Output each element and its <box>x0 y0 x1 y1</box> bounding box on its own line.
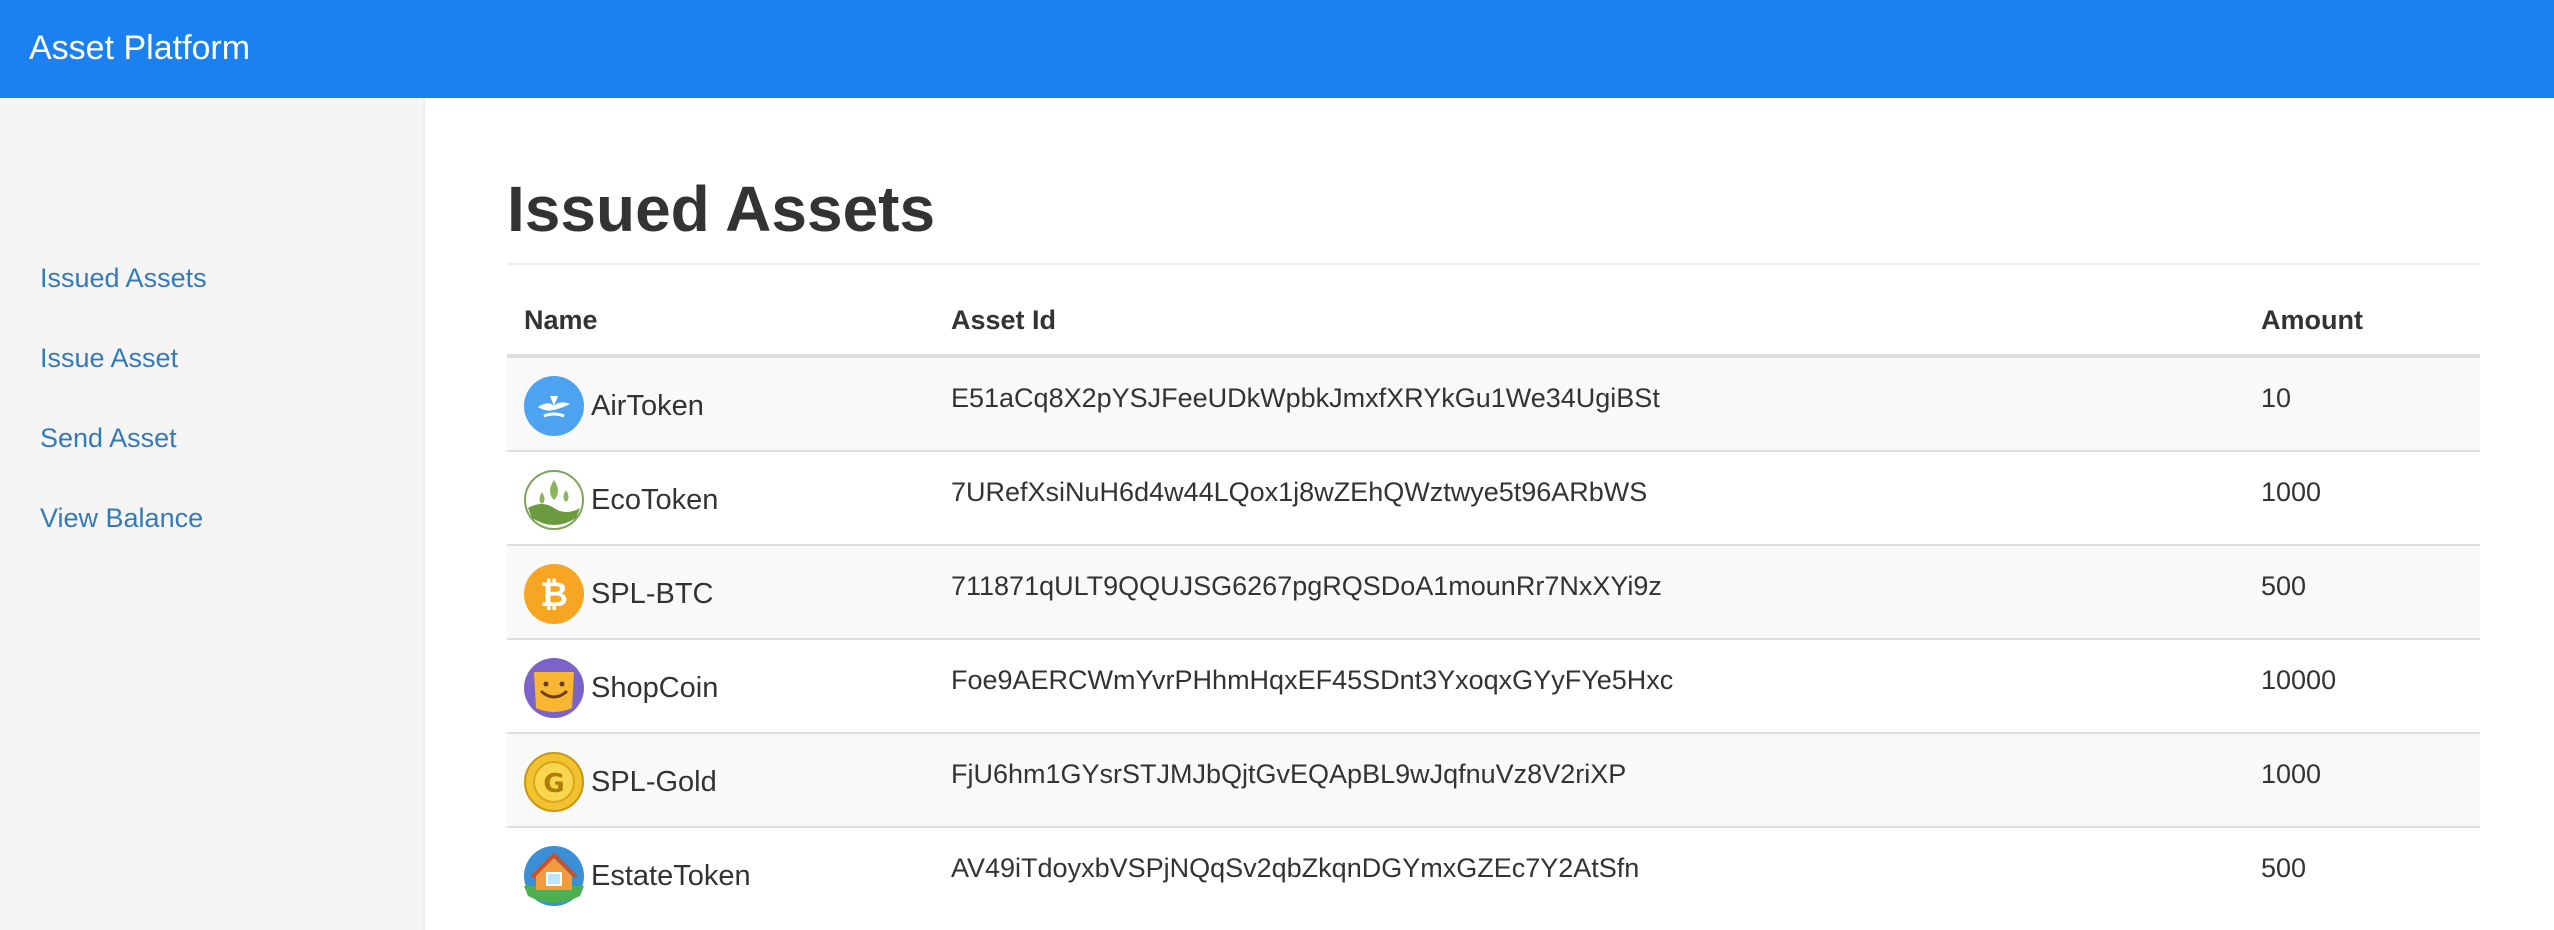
brand-link[interactable]: Asset Platform <box>29 26 250 70</box>
asset-name: ShopCoin <box>591 672 719 704</box>
asset-id: Foe9AERCWmYvrPHhmHqxEF45SDnt3YxoqxGYyFYe… <box>951 665 1674 695</box>
gold-coin-icon: G <box>524 752 584 812</box>
table-row: EcoToken 7URefXsiNuH6d4w44LQox1j8wZEhQWz… <box>507 452 2480 546</box>
asset-amount: 1000 <box>2261 477 2322 507</box>
asset-name: EstateToken <box>591 860 751 892</box>
assets-table: Name Asset Id Amount AirToken E51aCq8X2p… <box>507 288 2480 922</box>
asset-id: E51aCq8X2pYSJFeeUDkWpbkJmxfXRYkGu1We34Ug… <box>951 383 1660 413</box>
sidebar-item-issued-assets[interactable]: Issued Assets <box>40 260 207 296</box>
table-row: ShopCoin Foe9AERCWmYvrPHhmHqxEF45SDnt3Yx… <box>507 640 2480 734</box>
asset-id: 7URefXsiNuH6d4w44LQox1j8wZEhQWztwye5t96A… <box>951 477 1648 507</box>
column-header-asset-id: Asset Id <box>951 305 1057 335</box>
svg-text:G: G <box>543 769 564 799</box>
house-icon <box>524 846 584 906</box>
column-header-name: Name <box>524 305 598 335</box>
page-title: Issued Assets <box>507 173 936 245</box>
asset-amount: 500 <box>2261 571 2307 601</box>
bitcoin-icon: ₿ <box>524 564 584 624</box>
table-row: EstateToken AV49iTdoyxbVSPjNQqSv2qbZkqnD… <box>507 828 2480 922</box>
asset-amount: 500 <box>2261 853 2307 883</box>
asset-amount: 1000 <box>2261 759 2322 789</box>
top-navbar: Asset Platform <box>0 0 2554 98</box>
main-content: Issued Assets Name Asset Id Amount AirTo… <box>427 98 2554 930</box>
table-header: Name Asset Id Amount <box>507 288 2480 358</box>
asset-name: EcoToken <box>591 484 719 516</box>
asset-id: 711871qULT9QQUJSG6267pgRQSDoA1mounRr7NxX… <box>951 571 1662 601</box>
svg-text:₿: ₿ <box>540 575 568 615</box>
asset-name: SPL-Gold <box>591 766 717 798</box>
asset-id: AV49iTdoyxbVSPjNQqSv2qbZkqnDGYmxGZEc7Y2A… <box>951 853 1640 883</box>
title-divider <box>507 263 2480 265</box>
sidebar-item-issue-asset[interactable]: Issue Asset <box>40 340 178 376</box>
shopcoin-icon <box>524 658 584 718</box>
sidebar-item-send-asset[interactable]: Send Asset <box>40 420 177 456</box>
asset-name: SPL-BTC <box>591 578 714 610</box>
table-row: G SPL-Gold FjU6hm1GYsrSTJMJbQjtGvEQApBL9… <box>507 734 2480 828</box>
table-row: ₿ SPL-BTC 711871qULT9QQUJSG6267pgRQSDoA1… <box>507 546 2480 640</box>
asset-amount: 10000 <box>2261 665 2337 695</box>
asset-id: FjU6hm1GYsrSTJMJbQjtGvEQApBL9wJqfnuVz8V2… <box>951 759 1627 789</box>
sidebar: Issued Assets Issue Asset Send Asset Vie… <box>0 98 425 930</box>
column-header-amount: Amount <box>2261 305 2363 335</box>
sidebar-item-view-balance[interactable]: View Balance <box>40 500 203 536</box>
asset-amount: 10 <box>2261 383 2292 413</box>
eco-token-icon <box>524 470 584 530</box>
air-token-icon <box>524 376 584 436</box>
asset-name: AirToken <box>591 390 704 422</box>
table-row: AirToken E51aCq8X2pYSJFeeUDkWpbkJmxfXRYk… <box>507 358 2480 452</box>
